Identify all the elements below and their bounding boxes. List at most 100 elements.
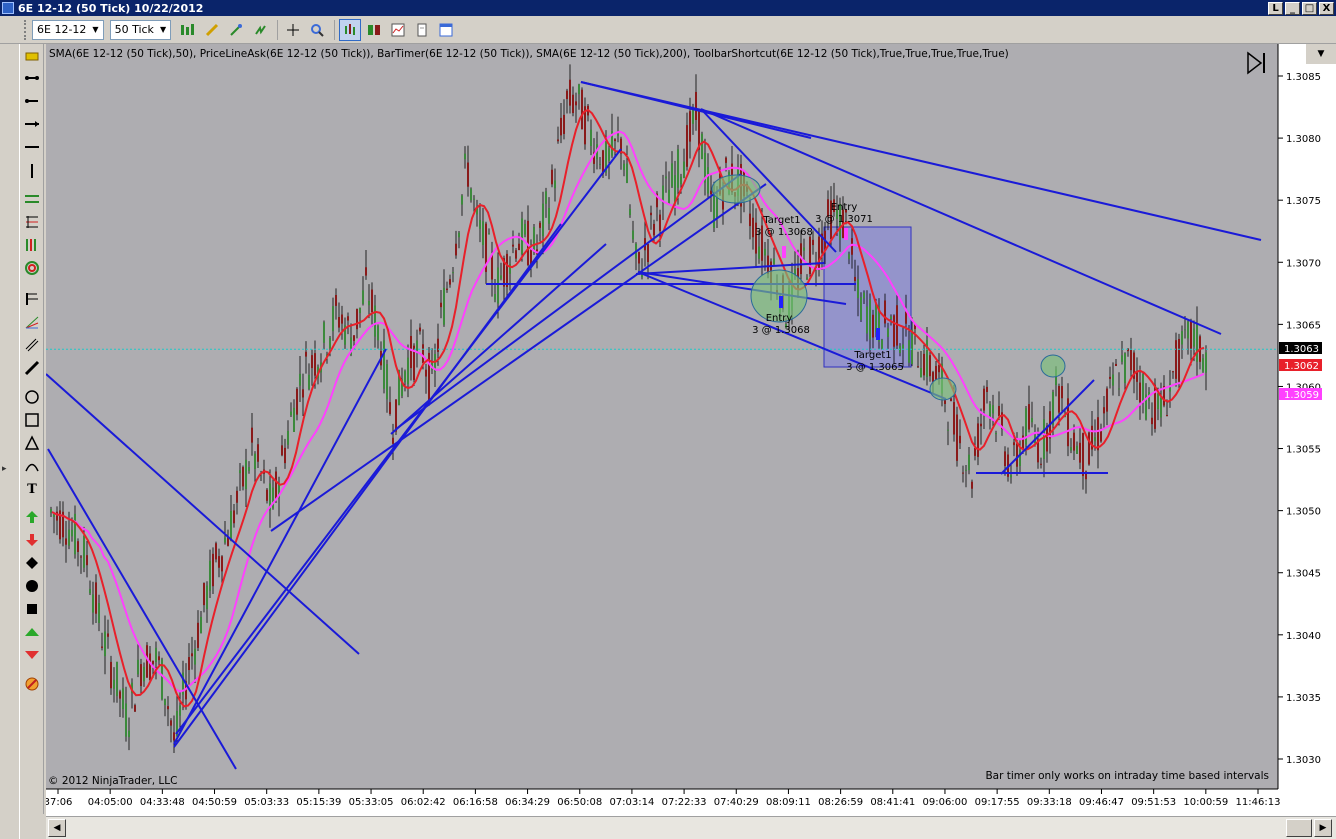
price-bar-body (110, 661, 112, 689)
price-bar-body (1061, 386, 1063, 399)
panel-menu-button[interactable]: ▼ (1306, 44, 1336, 64)
plot-area[interactable] (46, 44, 1278, 789)
price-bar-body (884, 300, 886, 324)
fibonacci-extension-icon[interactable] (22, 235, 42, 255)
time-tick-label: 05:03:33 (244, 797, 289, 808)
price-bar-body (1097, 417, 1099, 451)
price-bar-body (515, 250, 517, 259)
price-bar-body (908, 340, 910, 363)
strategy-button[interactable] (249, 19, 271, 41)
short-target-label: Target1 (853, 350, 891, 361)
indicator-button[interactable] (225, 19, 247, 41)
price-bar-body (197, 622, 199, 648)
toolbar-separator (334, 19, 336, 40)
price-bar-body (371, 289, 373, 313)
time-tick-label: 04:50:59 (192, 797, 237, 808)
properties-button[interactable] (435, 19, 457, 41)
scroll-left-button[interactable]: ◀ (48, 819, 66, 837)
time-tick-label: 04:05:00 (88, 797, 133, 808)
price-bar-body (1181, 331, 1183, 345)
channel-tool-icon[interactable] (22, 189, 42, 209)
dot-marker-icon[interactable] (22, 576, 42, 596)
text-tool-icon[interactable]: T (22, 479, 42, 499)
price-bar-body (125, 703, 127, 737)
triangle-tool-icon[interactable] (22, 433, 42, 453)
price-bar-body (1076, 445, 1078, 454)
line-tool-icon[interactable] (22, 68, 42, 88)
horizontal-line-icon[interactable] (22, 137, 42, 157)
fibonacci-retracement-icon[interactable] (22, 212, 42, 232)
arrow-up-icon[interactable] (22, 507, 42, 527)
bars-icon (345, 23, 356, 35)
price-chart[interactable]: 1.30851.30801.30751.30701.30651.30601.30… (44, 44, 1336, 816)
regression-channel-icon[interactable] (22, 335, 42, 355)
price-tick-label: 1.3070 (1286, 258, 1321, 269)
price-bar-body (299, 373, 301, 386)
trend-channel-icon[interactable] (22, 358, 42, 378)
price-bar-body (659, 214, 661, 231)
interval-value: 50 Tick (114, 23, 154, 36)
square-marker-icon[interactable] (22, 599, 42, 619)
zoom-button[interactable] (306, 19, 328, 41)
gann-fan-icon[interactable] (22, 312, 42, 332)
data-box-button[interactable] (339, 18, 362, 41)
price-bar-body (992, 405, 994, 414)
rectangle-tool-icon[interactable] (22, 410, 42, 430)
ray-tool-icon[interactable] (22, 91, 42, 111)
close-button[interactable]: X (1319, 1, 1334, 15)
triangle-up-marker-icon[interactable] (22, 622, 42, 642)
toolbar-grip[interactable] (24, 19, 28, 40)
scroll-right-button[interactable]: ▶ (1314, 819, 1332, 837)
ellipse-tool-icon[interactable] (22, 387, 42, 407)
price-bar-body (638, 252, 640, 264)
price-bar-body (1058, 386, 1060, 413)
price-bar-body (869, 299, 871, 340)
price-bar-body (653, 223, 655, 236)
scroll-thumb[interactable] (1286, 819, 1312, 837)
price-bar-body (128, 730, 130, 738)
andrews-pitchfork-icon[interactable] (22, 289, 42, 309)
remove-drawings-icon[interactable] (22, 674, 42, 694)
price-bar-body (893, 315, 895, 347)
horizontal-scrollbar[interactable]: ◀ ▶ (46, 816, 1336, 839)
restore-button[interactable]: □ (1302, 1, 1317, 15)
price-bar-body (65, 538, 67, 545)
vertical-line-icon[interactable] (22, 161, 42, 181)
chart-trader-button[interactable] (363, 19, 385, 41)
arc-tool-icon[interactable] (22, 456, 42, 476)
snapshot-button[interactable] (387, 19, 409, 41)
price-bar-body (293, 407, 295, 432)
price-bar-body (668, 189, 670, 204)
price-bar-body (203, 583, 205, 606)
extended-line-icon[interactable] (22, 114, 42, 134)
copy-button[interactable] (411, 19, 433, 41)
price-bar-body (440, 302, 442, 308)
price-bar-body (392, 437, 394, 444)
ruler-tool-icon[interactable] (22, 46, 42, 66)
fibonacci-circle-icon[interactable] (22, 258, 42, 278)
price-bar-body (122, 688, 124, 710)
arrow-down-icon[interactable] (22, 530, 42, 550)
price-bar-body (1013, 442, 1015, 446)
price-bar-body (962, 472, 964, 474)
price-bar-body (998, 405, 1000, 417)
price-bar-body (389, 402, 391, 414)
diamond-marker-icon[interactable] (22, 553, 42, 573)
price-bar-body (518, 243, 520, 251)
triangle-down-marker-icon[interactable] (22, 645, 42, 665)
execution-marker (844, 228, 848, 240)
crosshair-button[interactable] (282, 19, 304, 41)
chart-panel[interactable]: 1.3085 1.3080 1.3075 1.3070 1.3065 1.3060 1.30… (44, 44, 1336, 816)
minimize-button[interactable]: _ (1285, 1, 1300, 15)
extra-button[interactable]: L (1268, 1, 1283, 15)
price-bar-body (1043, 419, 1045, 459)
instrument-selector[interactable]: 6E 12-12 ▼ (32, 19, 104, 40)
chevron-right-icon[interactable]: ▸ (2, 464, 10, 480)
price-bar-body (383, 340, 385, 389)
time-tick-label: 10:00:59 (1183, 797, 1228, 808)
bar-style-button[interactable] (177, 19, 199, 41)
price-bar-body (341, 314, 343, 324)
interval-selector[interactable]: 50 Tick ▼ (109, 19, 172, 40)
draw-tool-button[interactable] (201, 19, 223, 41)
price-bar-body (1070, 447, 1072, 451)
